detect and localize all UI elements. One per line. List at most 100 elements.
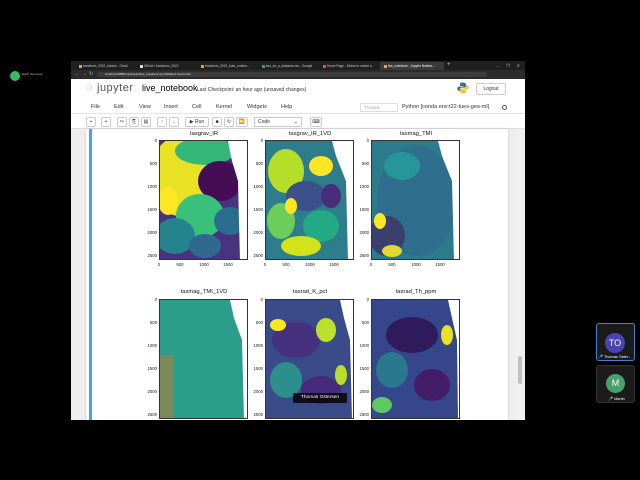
browser-tab[interactable]: two_ex_a_datasets.csv - Google [258, 62, 318, 70]
meeting-logo [10, 71, 20, 81]
cut-icon[interactable]: ✂ [117, 117, 127, 127]
y-tick: 2000 [147, 389, 157, 394]
y-tick: 2000 [359, 389, 369, 394]
y-tick: 2000 [147, 230, 157, 235]
menu-file[interactable]: File [91, 104, 100, 110]
tab-favicon-icon [323, 64, 326, 68]
raster-plot-tasrad-th-ppm [371, 299, 460, 419]
y-tick: 500 [255, 320, 263, 325]
raster-plot-tasmag-tmi [371, 140, 460, 260]
y-tick: 1500 [147, 207, 157, 212]
mic-muted-icon: 🎤 [608, 396, 614, 401]
add-cell-icon[interactable]: + [101, 117, 111, 127]
x-tick: 1000 [411, 262, 421, 267]
raster-image [372, 300, 459, 418]
y-tick: 2500 [253, 253, 263, 258]
y-tick: 1500 [253, 366, 263, 371]
python-logo-icon [457, 82, 469, 94]
tab-favicon-icon [79, 64, 82, 68]
menu-widgets[interactable]: Widgets [247, 104, 267, 110]
trusted-indicator[interactable]: Trusted [360, 103, 398, 112]
avatar: TO [605, 333, 625, 353]
raster-plot-tasgrav-ir [159, 140, 248, 260]
y-tick: 500 [361, 320, 369, 325]
window-controls[interactable]: – ❐ ✕ [497, 61, 523, 70]
tab-bar: transform_2022_tutorial - Great Github /… [71, 61, 525, 70]
checkpoint-status: Last Checkpoint: an hour ago (unsaved ch… [197, 87, 307, 93]
raster-plot-tasgrav-ir-1vd [265, 140, 354, 260]
meeting-logo-text: Earth Sciences [22, 72, 43, 76]
scrollbar-thumb[interactable] [518, 356, 522, 384]
x-tick: 500 [388, 262, 396, 267]
notebook-name[interactable]: live_notebook [142, 83, 198, 93]
raster-plot-tasmag-tmi-1vd [159, 299, 248, 419]
move-up-icon[interactable]: ↑ [157, 117, 167, 127]
browser-tab-active[interactable]: live_notebook - Jupyter Notebo... [380, 62, 444, 70]
avatar: M [606, 374, 625, 393]
restart-icon[interactable]: ↻ [224, 117, 234, 127]
browser-tab[interactable]: transform_2022_tutorial - Great [75, 62, 135, 70]
paste-icon[interactable]: ▤ [141, 117, 151, 127]
x-tick: 500 [176, 262, 184, 267]
plot-title: tasgrav_IR_1VD [288, 131, 332, 137]
forward-icon[interactable]: → [82, 71, 87, 77]
chevron-down-icon: ⌄ [293, 119, 298, 125]
url-field[interactable]: localhost:8888/notebooks/live_notebook.i… [97, 72, 487, 77]
y-tick: 1500 [359, 366, 369, 371]
browser-tab[interactable]: transform_2022_tutor_notebo... [197, 62, 257, 70]
plot-title: tasmag_TMI [399, 131, 433, 137]
speaker-name-tag: Thomas Ostersen [293, 393, 347, 403]
y-tick: 1000 [147, 343, 157, 348]
raster-image [160, 141, 247, 259]
raster-image [372, 141, 459, 259]
menu-edit[interactable]: Edit [114, 104, 123, 110]
plot-title: tasmag_TMI_1VD [180, 289, 228, 295]
jupyter-logo-icon[interactable]: ◌ [86, 82, 93, 94]
selected-cell-indicator[interactable] [89, 129, 92, 420]
save-icon[interactable]: ▪ [86, 117, 96, 127]
x-tick: 1500 [329, 262, 339, 267]
y-tick: 500 [361, 161, 369, 166]
x-tick: 1500 [223, 262, 233, 267]
menu-insert[interactable]: Insert [164, 104, 178, 110]
y-tick: 0 [154, 138, 157, 143]
y-tick: 2500 [147, 253, 157, 258]
plot-title: tasrad_K_pct [292, 289, 328, 295]
stop-icon[interactable]: ■ [212, 117, 222, 127]
y-tick: 0 [366, 138, 369, 143]
x-tick: 0 [369, 262, 373, 267]
y-tick: 1500 [359, 207, 369, 212]
reload-icon[interactable]: ↻ [89, 71, 93, 77]
restart-run-icon[interactable]: ⏩ [236, 117, 248, 127]
raster-image [160, 300, 247, 418]
jupyter-favicon-icon [384, 64, 387, 68]
logout-button[interactable]: Logout [476, 83, 506, 95]
menu-help[interactable]: Help [281, 104, 292, 110]
y-tick: 2500 [359, 253, 369, 258]
move-down-icon[interactable]: ↓ [169, 117, 179, 127]
y-tick: 1000 [359, 343, 369, 348]
y-tick: 2500 [147, 412, 157, 417]
new-tab-button[interactable]: + [447, 61, 451, 70]
keyboard-icon[interactable]: ⌨ [310, 117, 322, 127]
menu-kernel[interactable]: Kernel [216, 104, 232, 110]
kernel-name: Python [conda env:t22-tues-geo-ml] [402, 104, 490, 110]
run-button[interactable]: ▶ Run [185, 117, 209, 127]
browser-window: transform_2022_tutorial - Great Github /… [71, 61, 525, 420]
y-tick: 0 [260, 138, 263, 143]
play-icon: ▶ [189, 119, 194, 125]
back-icon[interactable]: ← [75, 71, 80, 77]
menu-cell[interactable]: Cell [192, 104, 201, 110]
cell-type-select[interactable]: Code ⌄ [254, 117, 302, 127]
jupyter-wordmark[interactable]: jupyter [97, 82, 134, 94]
copy-icon[interactable]: ⎘ [129, 117, 139, 127]
y-tick: 0 [154, 297, 157, 302]
browser-tab[interactable]: Home Page - Select or create a [319, 62, 379, 70]
plot-title: tasrad_Th_ppm [395, 289, 437, 295]
mic-icon: 🎤 [598, 354, 603, 359]
y-tick: 2000 [253, 230, 263, 235]
menu-view[interactable]: View [139, 104, 151, 110]
browser-tab[interactable]: Github / transform_2022 [136, 62, 196, 70]
y-tick: 2000 [359, 230, 369, 235]
y-tick: 500 [255, 161, 263, 166]
